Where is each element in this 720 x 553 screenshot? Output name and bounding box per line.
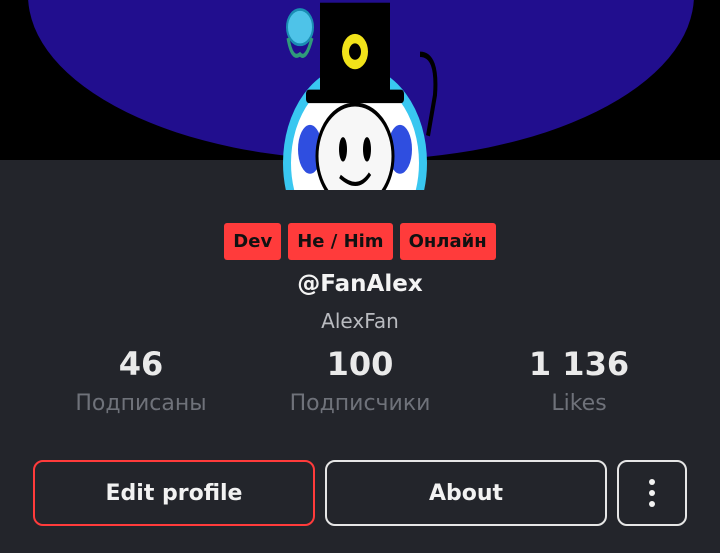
profile-avatar[interactable] (270, 0, 440, 190)
stat-following-label: Подписаны (75, 391, 207, 416)
more-vertical-icon-dot (649, 490, 655, 496)
more-options-button[interactable] (617, 460, 687, 526)
stat-followers-value: 100 (326, 345, 394, 383)
badge-row: Dev He / Him Онлайн (0, 223, 720, 260)
badge-dev: Dev (224, 223, 282, 260)
more-vertical-icon-dot (649, 501, 655, 507)
stat-likes-label: Likes (551, 391, 607, 416)
display-name: AlexFan (321, 309, 399, 333)
stat-followers[interactable]: 100 Подписчики (260, 344, 460, 424)
stat-followers-label: Подписчики (289, 391, 431, 416)
badge-online: Онлайн (399, 223, 496, 260)
stat-likes-value: 1 136 (528, 345, 630, 383)
stat-following[interactable]: 46 Подписаны (41, 344, 241, 424)
stat-likes[interactable]: 1 136 Likes (479, 344, 679, 424)
about-button[interactable]: About (325, 460, 607, 526)
edit-profile-button[interactable]: Edit profile (33, 460, 315, 526)
badge-pronouns: He / Him (288, 223, 393, 260)
stat-following-value: 46 (118, 345, 164, 383)
more-vertical-icon (649, 479, 655, 485)
username-handle: @FanAlex (297, 271, 423, 297)
